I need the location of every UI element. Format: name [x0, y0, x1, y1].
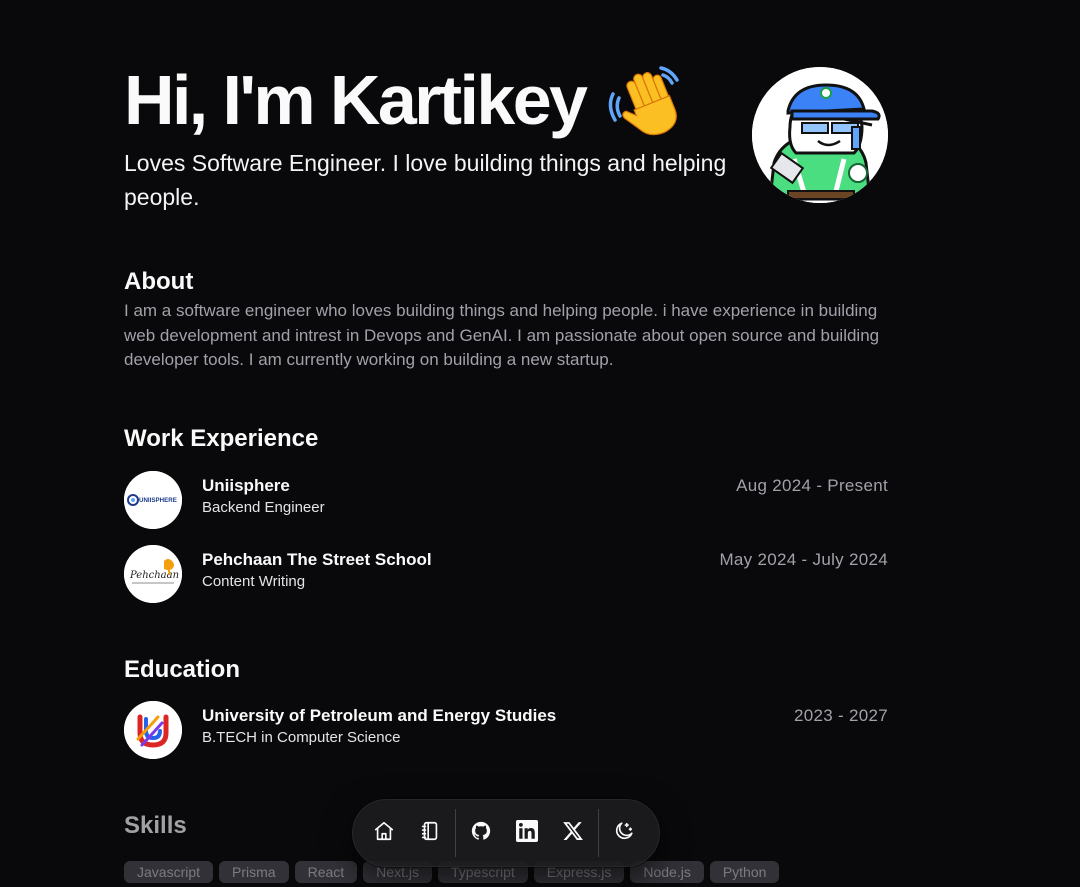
work-item-role: Content Writing [202, 573, 306, 590]
work-item-name: Pehchaan The Street School [202, 550, 432, 569]
education-item-degree: B.TECH in Computer Science [202, 729, 401, 746]
x-icon [562, 820, 584, 847]
about-text: I am a software engineer who loves build… [124, 301, 880, 369]
education-item-name: University of Petroleum and Energy Studi… [202, 706, 557, 725]
education-title: Education [124, 656, 241, 683]
skill-badge: Prisma [219, 861, 289, 883]
work-item-date: Aug 2024 - Present [736, 476, 888, 495]
upes-logo [124, 701, 182, 759]
work-item-role: Backend Engineer [202, 499, 325, 516]
about-title: About [124, 268, 194, 295]
page-container: Hi, I'm Kartikey Loves Software Engineer… [124, 0, 888, 883]
home-button[interactable] [361, 810, 407, 856]
pehchaan-logo-text: Pehchaan [129, 570, 179, 581]
notebook-icon [419, 820, 441, 847]
bottom-dock [352, 799, 660, 867]
x-button[interactable] [550, 810, 596, 856]
skill-badge: Python [709, 861, 780, 883]
about-section: About I am a software engineer who loves… [124, 267, 888, 373]
work-item-uniisphere[interactable]: UNIISPHERE Uniisphere Backend Engineer A… [124, 471, 888, 545]
work-item-pehchaan[interactable]: Pehchaan Pehchaan The Street School Cont… [124, 545, 888, 619]
dock-separator [455, 809, 456, 857]
github-button[interactable] [458, 810, 504, 856]
linkedin-button[interactable] [504, 810, 550, 856]
hero-section: Hi, I'm Kartikey Loves Software Engineer… [124, 0, 888, 245]
dock-separator [598, 809, 599, 857]
education-section: Education University of Petroleum and En… [124, 655, 888, 775]
hero-title-text: Hi, I'm Kartikey [124, 61, 588, 139]
waving-hand-icon [605, 60, 687, 140]
hero-subtitle: Loves Software Engineer. I love building… [124, 150, 727, 210]
skill-badge: React [294, 861, 358, 883]
work-item-name: Uniisphere [202, 476, 290, 495]
work-experience-section: Work Experience UNIISPHERE Uniisphere Ba… [124, 424, 888, 619]
uniisphere-logo: UNIISPHERE [124, 471, 182, 529]
home-icon [373, 820, 395, 847]
hero-title: Hi, I'm Kartikey [124, 60, 687, 140]
work-experience-title: Work Experience [124, 425, 319, 452]
skill-badge: Javascript [124, 861, 214, 883]
linkedin-icon [516, 819, 538, 847]
theme-toggle-button[interactable] [601, 810, 647, 856]
blog-button[interactable] [407, 810, 453, 856]
uniisphere-logo-text: UNIISPHERE [139, 497, 177, 504]
theme-toggle-icon [613, 820, 635, 847]
education-item-upes[interactable]: University of Petroleum and Energy Studi… [124, 701, 888, 775]
education-item-date: 2023 - 2027 [793, 706, 888, 725]
work-item-date: May 2024 - July 2024 [719, 550, 888, 569]
github-icon [470, 820, 492, 847]
profile-avatar [752, 67, 888, 203]
skill-badge: Node.js [630, 861, 704, 883]
pehchaan-logo: Pehchaan [124, 545, 182, 603]
